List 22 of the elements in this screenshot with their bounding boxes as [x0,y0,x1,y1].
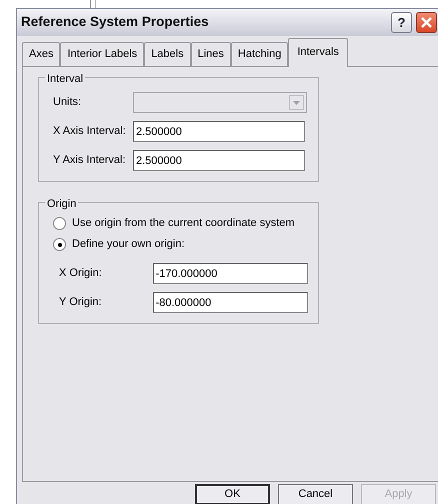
help-button[interactable]: ? [391,12,412,33]
tab[interactable]: Labels [144,42,191,66]
input-field[interactable]: 2.500000 [133,121,305,142]
input-field[interactable]: 2.500000 [133,150,305,171]
tab[interactable]: Hatching [230,42,288,66]
field-label: X Axis Interval: [53,124,127,140]
input-field[interactable]: -170.000000 [152,263,308,284]
window-title: Reference System Properties [21,13,210,32]
dialog-button[interactable]: OK [195,484,270,504]
field-label: Y Origin: [58,295,103,310]
tab[interactable]: Lines [190,42,231,66]
dialog-button[interactable]: Cancel [278,484,353,504]
radio-label[interactable]: Use origin from the current coordinate system [72,215,295,232]
tab[interactable]: Intervals [288,38,348,67]
field-label: X Origin: [58,266,103,282]
field-label: Units: [53,95,82,110]
group-title: Origin [45,196,78,212]
field-label: Y Axis Interval: [53,153,127,168]
input-field[interactable]: -80.000000 [152,292,308,313]
tab[interactable]: Axes [22,42,60,66]
radio-label[interactable]: Define your own origin: [72,236,185,253]
tab[interactable]: Interior Labels [60,42,144,66]
